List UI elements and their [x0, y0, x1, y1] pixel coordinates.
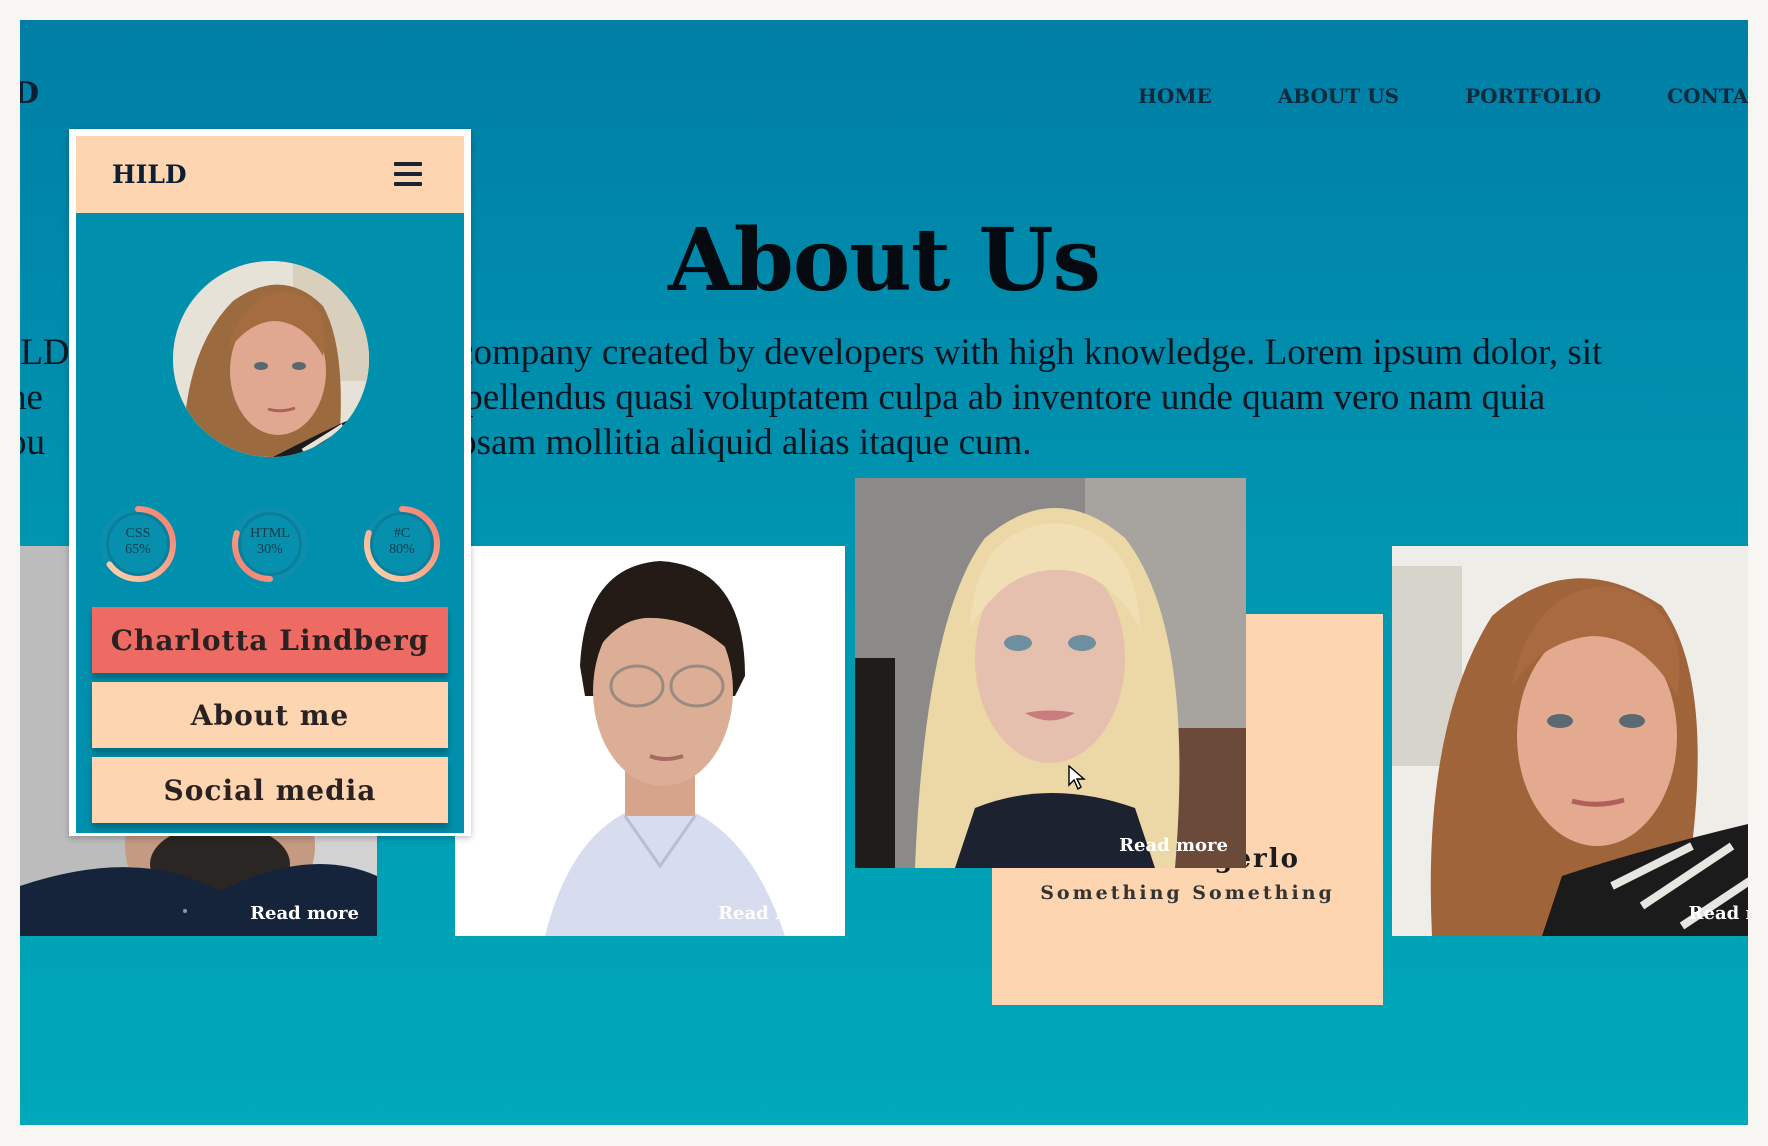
site-logo[interactable]: ILD: [20, 76, 40, 111]
skill-html: HTML 30%: [226, 500, 314, 588]
skill-percent: 30%: [257, 542, 283, 557]
mobile-preview: HILD CSS 65% HTML 30% #C 80% Charlotta L…: [69, 129, 471, 836]
skill-css: CSS 65%: [94, 500, 182, 588]
nav-about-us[interactable]: ABOUT US: [1278, 84, 1399, 108]
mobile-logo[interactable]: HILD: [112, 160, 187, 189]
read-more-link[interactable]: Read mor: [1689, 903, 1748, 924]
about-me-button[interactable]: About me: [92, 682, 448, 748]
read-more-link[interactable]: Read more: [250, 903, 359, 924]
mouse-cursor-icon: [1068, 765, 1086, 791]
skill-percent: 65%: [125, 542, 151, 557]
team-photo-woman-glasses: [455, 546, 845, 936]
team-photo-auburn-woman: [1392, 546, 1748, 936]
nav-home[interactable]: HOME: [1138, 84, 1212, 108]
team-card-2[interactable]: Read more: [455, 546, 845, 936]
read-more-link[interactable]: Read more: [718, 903, 827, 924]
mobile-screen: HILD CSS 65% HTML 30% #C 80% Charlotta L…: [76, 136, 464, 833]
skill-percent: 80%: [389, 542, 415, 557]
nav-contact-us[interactable]: CONTACT U: [1667, 84, 1748, 108]
hamburger-menu-icon[interactable]: [394, 162, 422, 186]
skill-name: CSS: [125, 526, 151, 541]
profile-name-button[interactable]: Charlotta Lindberg: [92, 607, 448, 673]
nav-portfolio[interactable]: PORTFOLIO: [1465, 84, 1601, 108]
profile-avatar: [173, 261, 369, 457]
top-navigation: HOME ABOUT US PORTFOLIO CONTACT U: [1138, 84, 1748, 108]
team-card-3[interactable]: Read more: [855, 478, 1246, 868]
browser-viewport: ILD HOME ABOUT US PORTFOLIO CONTACT U Ab…: [20, 20, 1748, 1125]
team-card-4[interactable]: Read mor: [1392, 546, 1748, 936]
mobile-header: HILD: [76, 136, 464, 213]
read-more-link[interactable]: Read more: [1119, 835, 1228, 856]
skill-name: HTML: [250, 526, 290, 541]
skill-csharp: #C 80%: [358, 500, 446, 588]
team-photo-blonde-woman: [855, 478, 1246, 868]
team-member-role: Something Something: [1040, 882, 1335, 904]
social-media-button[interactable]: Social media: [92, 757, 448, 823]
skill-name: #C: [393, 526, 411, 541]
